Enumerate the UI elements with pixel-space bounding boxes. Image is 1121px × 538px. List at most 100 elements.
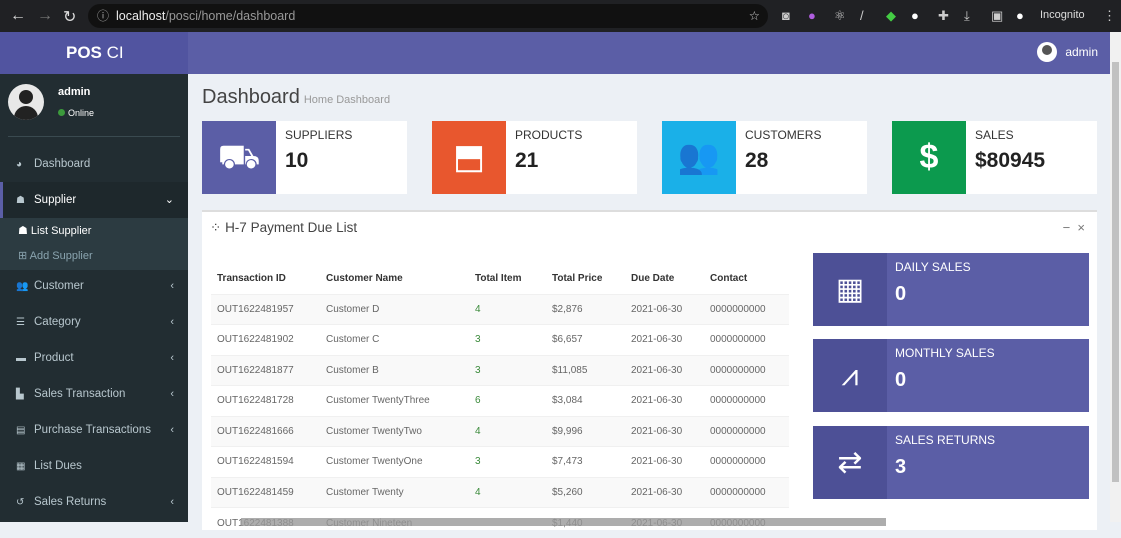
info-box-customers[interactable]: 👥CUSTOMERS28 (662, 121, 867, 194)
logo[interactable]: POS CI (0, 32, 188, 74)
extension-icon[interactable]: ● (911, 8, 919, 23)
table-cell: 3 (469, 325, 546, 356)
sidebar-item-category[interactable]: ☰Category‹ (0, 304, 188, 340)
column-header[interactable]: Due Date (625, 264, 704, 294)
sidebar-item-sales-returns[interactable]: ↺Sales Returns‹ (0, 484, 188, 520)
table-cell: OUT1622481877 (211, 355, 320, 386)
info-box-sales[interactable]: $SALES$80945 (892, 121, 1097, 194)
table-cell: OUT1622481459 (211, 477, 320, 508)
column-header[interactable]: Customer Name (320, 264, 469, 294)
sidebar-item-dashboard[interactable]: ◕Dashboard (0, 146, 188, 182)
cash-register-icon: ▦ (813, 253, 887, 326)
box-open-icon: ⬒ (432, 121, 506, 194)
coins-icon: ▦ (16, 449, 30, 485)
sidebar-item-sales-transaction[interactable]: ▙Sales Transaction‹ (0, 376, 188, 412)
chevron-left-icon: ‹ (170, 304, 174, 340)
puzzle-icon[interactable]: ✚ (938, 8, 949, 24)
reload-icon[interactable]: ↻ (63, 7, 76, 27)
url-host: localhost (116, 9, 165, 23)
download-icon[interactable]: ⤓ (964, 8, 970, 24)
info-box-suppliers[interactable]: ⛟SUPPLIERS10 (202, 121, 407, 194)
table-cell: 2021-06-30 (625, 294, 704, 325)
divider (8, 136, 180, 137)
sidebar-item-add-supplier[interactable]: ⊞ Add Supplier (18, 249, 93, 262)
daily-sales-box[interactable]: ▦DAILY SALES0 (813, 253, 1089, 326)
chevron-down-icon: ⌄ (165, 182, 174, 218)
column-header[interactable]: Transaction ID (211, 264, 320, 294)
star-icon[interactable]: ☆ (749, 4, 760, 28)
table-cell: 0000000000 (704, 416, 789, 447)
table-row[interactable]: OUT1622481902Customer C3$6,6572021-06-30… (211, 325, 789, 356)
sales-returns-box[interactable]: ⇄SALES RETURNS3 (813, 426, 1089, 499)
table-cell: 0000000000 (704, 294, 789, 325)
table-cell: OUT1622481902 (211, 325, 320, 356)
horizontal-scrollbar[interactable] (241, 518, 886, 526)
spinner-icon: ⁘ (210, 220, 225, 235)
monthly-sales-box[interactable]: ⩘MONTHLY SALES0 (813, 339, 1089, 412)
table-cell: 2021-06-30 (625, 325, 704, 356)
chevron-left-icon: ‹ (170, 268, 174, 304)
online-dot-icon (58, 109, 65, 116)
table-cell: Customer Twenty (320, 477, 469, 508)
back-icon[interactable]: ← (10, 7, 26, 25)
address-bar[interactable]: ⓘlocalhost/posci/home/dashboard☆ (88, 4, 768, 28)
breadcrumb: Home Dashboard (304, 94, 390, 106)
undo-icon: ↺ (16, 485, 30, 521)
info-box-products[interactable]: ⬒PRODUCTS21 (432, 121, 637, 194)
table-cell: 2021-06-30 (625, 386, 704, 417)
url-path: /posci/home/dashboard (165, 9, 295, 23)
dollar-icon: $ (892, 121, 966, 194)
table-cell: 0000000000 (704, 355, 789, 386)
table-cell: OUT1622481957 (211, 294, 320, 325)
table-cell: OUT1622481728 (211, 386, 320, 417)
sidebar-item-list-dues[interactable]: ▦List Dues (0, 448, 188, 484)
table-cell: 3 (469, 447, 546, 478)
sidepanel-icon[interactable]: ▣ (991, 8, 1003, 24)
sidebar-item-list-supplier[interactable]: ☗ List Supplier (18, 224, 91, 237)
table-cell: 0000000000 (704, 325, 789, 356)
table-cell: Customer TwentyOne (320, 447, 469, 478)
column-header[interactable]: Total Item (469, 264, 546, 294)
user-menu[interactable]: admin (1037, 42, 1098, 62)
incognito-icon[interactable]: ● (1016, 8, 1024, 23)
table-row[interactable]: OUT1622481666Customer TwentyTwo4$9,99620… (211, 416, 789, 447)
table-cell: 0000000000 (704, 386, 789, 417)
scrollbar-thumb[interactable] (1112, 62, 1119, 482)
column-header[interactable]: Contact (704, 264, 789, 294)
sidebar-item-customer[interactable]: 👥Customer‹ (0, 268, 188, 304)
table-cell: $9,996 (546, 416, 625, 447)
table-row[interactable]: OUT1622481594Customer TwentyOne3$7,47320… (211, 447, 789, 478)
eyedropper-icon[interactable]: / (860, 8, 864, 23)
table-cell: Customer B (320, 355, 469, 386)
table-row[interactable]: OUT1622481728Customer TwentyThree6$3,084… (211, 386, 789, 417)
table-row[interactable]: OUT1622481957Customer D4$2,8762021-06-30… (211, 294, 789, 325)
table-row[interactable]: OUT1622481459Customer Twenty4$5,2602021-… (211, 477, 789, 508)
column-header[interactable]: Total Price (546, 264, 625, 294)
browser-toolbar: ← → ↻ ⓘlocalhost/posci/home/dashboard☆ ◙… (0, 0, 1121, 32)
sidebar-item-product[interactable]: ▬Product‹ (0, 340, 188, 376)
sidebar-item-purchase-transactions[interactable]: ▤Purchase Transactions‹ (0, 412, 188, 448)
sidebar-item-supplier[interactable]: ☗Supplier⌄ (0, 182, 188, 218)
user-name: admin (58, 86, 90, 98)
document-icon: ▤ (16, 413, 30, 449)
profile-label[interactable]: Incognito (1040, 9, 1085, 21)
table-cell: 4 (469, 416, 546, 447)
camera-icon[interactable]: ◙ (782, 8, 790, 23)
minimize-icon[interactable]: − (1063, 220, 1071, 235)
react-icon[interactable]: ⚛ (834, 8, 846, 24)
menu-icon[interactable]: ⋮ (1103, 8, 1116, 24)
forward-icon[interactable]: → (37, 7, 53, 25)
people-carry-icon: ⛟ (202, 121, 276, 194)
extension-icon[interactable]: ◆ (886, 8, 896, 24)
table-cell: $2,876 (546, 294, 625, 325)
supplier-icon: ☗ (16, 183, 30, 219)
close-icon[interactable]: × (1077, 220, 1085, 235)
table-cell: 6 (469, 386, 546, 417)
supplier-submenu: ☗ List Supplier ⊞ Add Supplier (0, 218, 188, 270)
extension-icon[interactable]: ● (808, 8, 816, 23)
table-cell: Customer TwentyThree (320, 386, 469, 417)
supplier-icon: ☗ (18, 225, 31, 237)
vertical-scrollbar[interactable] (1110, 32, 1121, 522)
table-cell: 4 (469, 294, 546, 325)
table-row[interactable]: OUT1622481877Customer B3$11,0852021-06-3… (211, 355, 789, 386)
